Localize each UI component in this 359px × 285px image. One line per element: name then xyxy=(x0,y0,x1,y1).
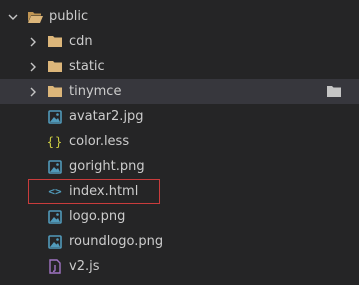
chevron-right-icon[interactable] xyxy=(27,36,39,48)
new-folder-icon[interactable] xyxy=(325,83,343,99)
chevron-right-icon[interactable] xyxy=(27,61,39,73)
tree-row-label: index.html xyxy=(69,184,139,199)
folder-open-icon xyxy=(27,9,43,25)
tree-row-label: logo.png xyxy=(69,209,126,224)
tree-row-avatar2[interactable]: avatar2.jpg xyxy=(0,104,359,129)
tree-row-label: tinymce xyxy=(69,84,122,99)
image-file-icon xyxy=(47,234,63,250)
tree-row-color-less[interactable]: {} color.less xyxy=(0,129,359,154)
tree-row-label: goright.png xyxy=(69,159,145,174)
tree-row-v2-js[interactable]: v2.js xyxy=(0,254,359,279)
tree-row-label: avatar2.jpg xyxy=(69,109,144,124)
folder-icon xyxy=(47,34,63,50)
folder-icon xyxy=(47,59,63,75)
tree-row-logo[interactable]: logo.png xyxy=(0,204,359,229)
tree-row-label: public xyxy=(49,9,89,24)
folder-icon xyxy=(47,84,63,100)
chevron-right-icon[interactable] xyxy=(27,86,39,98)
tree-row-label: roundlogo.png xyxy=(69,234,164,249)
braces-file-icon: {} xyxy=(46,134,64,149)
tree-row-label: static xyxy=(69,59,105,74)
tree-row-tinymce[interactable]: tinymce xyxy=(0,79,359,104)
tree-row-goright[interactable]: goright.png xyxy=(0,154,359,179)
tree-row-static[interactable]: static xyxy=(0,54,359,79)
tree-row-cdn[interactable]: cdn xyxy=(0,29,359,54)
file-explorer-tree: public cdn static tinymce avatar2.jpg {}… xyxy=(0,4,359,279)
code-file-icon: <> xyxy=(48,185,62,198)
tree-row-roundlogo[interactable]: roundlogo.png xyxy=(0,229,359,254)
tree-row-index-html[interactable]: <> index.html xyxy=(0,179,359,204)
tree-row-public[interactable]: public xyxy=(0,4,359,29)
tree-row-label: v2.js xyxy=(69,259,100,274)
js-file-icon xyxy=(47,259,63,275)
tree-row-label: cdn xyxy=(69,34,93,49)
image-file-icon xyxy=(47,159,63,175)
image-file-icon xyxy=(47,209,63,225)
image-file-icon xyxy=(47,109,63,125)
chevron-down-icon[interactable] xyxy=(7,11,19,23)
tree-row-label: color.less xyxy=(69,134,130,149)
